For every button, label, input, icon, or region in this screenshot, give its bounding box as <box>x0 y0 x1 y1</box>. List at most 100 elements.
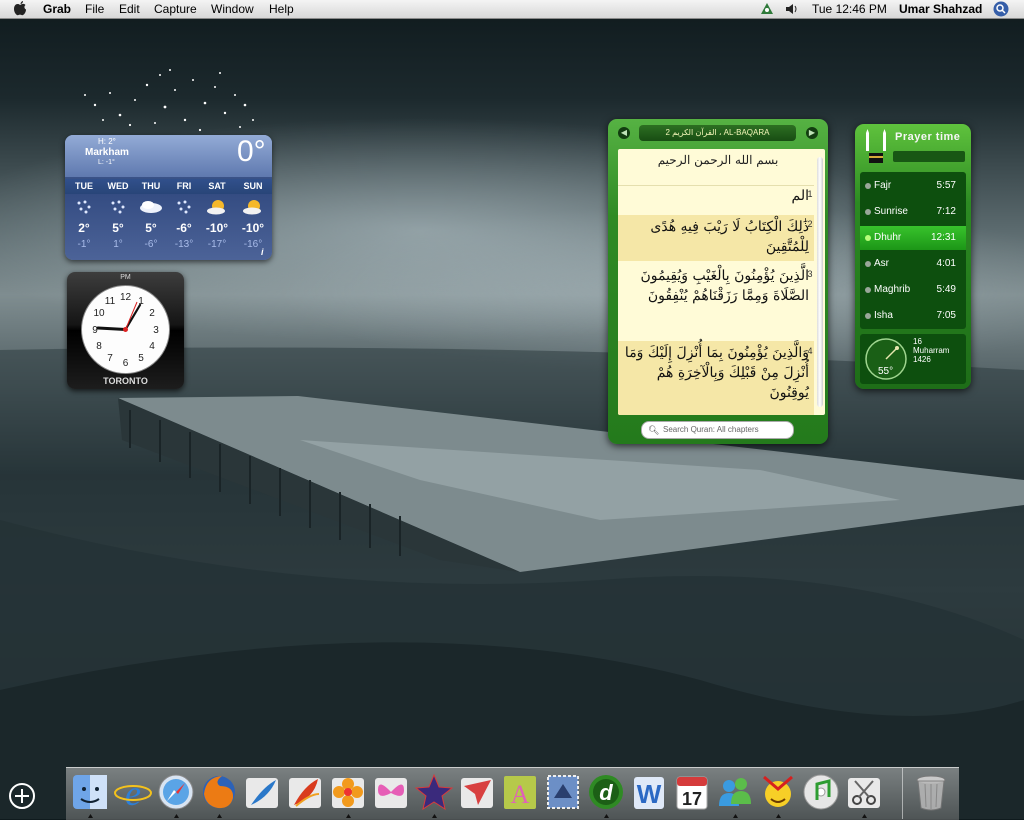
prayer-time: 7:12 <box>936 206 956 217</box>
chapter-title: 2 القرآن الكريم ، AL-BAQARA <box>665 128 770 137</box>
hijri-month: Muharram <box>913 346 950 355</box>
forecast-low: -13° <box>174 239 194 250</box>
prayer-name: Maghrib <box>874 284 911 295</box>
clock-city: TORONTO <box>103 376 148 386</box>
clock-number: 7 <box>107 353 113 364</box>
quran-search-field[interactable]: 🔍︎ Search Quran: All chapters <box>641 421 794 439</box>
volume-icon[interactable] <box>785 3 799 15</box>
add-widget-icon[interactable] <box>9 783 35 809</box>
dreamweaver-icon[interactable]: d <box>587 772 625 812</box>
clock-number: 4 <box>149 341 155 352</box>
cloudy-icon <box>140 201 162 213</box>
safari-icon[interactable] <box>157 772 195 812</box>
chapter-selector[interactable]: 2 القرآن الكريم ، AL-BAQARA <box>639 125 796 141</box>
prayer-time: 4:01 <box>936 258 956 269</box>
menu-edit[interactable]: Edit <box>119 2 140 16</box>
running-indicator <box>346 814 351 818</box>
weather-low: L: -1° <box>98 159 115 166</box>
font-book-icon[interactable]: A <box>501 772 539 812</box>
prayer-time-widget[interactable]: Prayer time Fajr 5:57 Sunrise 7:12 Dhuhr 12… <box>855 124 971 389</box>
quran-scrollbar[interactable] <box>817 157 823 407</box>
app-menu-grab[interactable]: Grab <box>43 2 71 16</box>
messenger-icon[interactable] <box>716 772 754 812</box>
mail-stamp-icon[interactable] <box>544 772 582 812</box>
menu-help[interactable]: Help <box>269 2 294 16</box>
forecast-low: -1° <box>77 239 91 250</box>
paper-plane-icon[interactable] <box>458 772 496 812</box>
svg-text:A: A <box>511 780 530 809</box>
prayer-row-maghrib[interactable]: Maghrib 5:49 <box>860 278 966 302</box>
hijri-day: 16 <box>913 337 922 346</box>
clock-period: PM <box>120 274 131 281</box>
svg-text:d: d <box>599 780 613 805</box>
search-placeholder: Search Quran: All chapters <box>663 425 759 434</box>
menu-window[interactable]: Window <box>211 2 254 16</box>
spotlight-icon[interactable] <box>993 1 1009 17</box>
previous-chapter-button[interactable]: ◀ <box>618 127 630 139</box>
prayer-time: 12:31 <box>930 232 956 243</box>
feather-red-icon[interactable] <box>286 772 324 812</box>
star-icon[interactable] <box>415 772 453 812</box>
clock-face: 12 1 2 3 4 5 6 7 8 9 10 11 <box>81 285 170 374</box>
apple-menu-icon[interactable] <box>13 1 27 16</box>
info-button[interactable]: i <box>261 247 264 257</box>
scissors-icon[interactable] <box>845 772 883 812</box>
prayer-title: Prayer time <box>895 131 961 143</box>
menu-capture[interactable]: Capture <box>154 2 197 16</box>
forecast-high: -10° <box>205 221 229 235</box>
prayer-name: Sunrise <box>874 206 908 217</box>
menu-file[interactable]: File <box>85 2 104 16</box>
forecast-low: 1° <box>113 239 123 250</box>
forecast-day: THU <box>141 181 161 191</box>
clock-number: 6 <box>123 358 129 369</box>
clock-widget[interactable]: PM 12 1 2 3 4 5 6 7 8 9 10 11 TORONTO <box>67 272 184 389</box>
status-menu-icon[interactable] <box>759 2 775 16</box>
prayer-location-bar <box>893 151 965 162</box>
mosque-icon <box>866 129 886 163</box>
trash-icon[interactable] <box>912 772 950 812</box>
clock-number: 10 <box>93 308 105 319</box>
yahoo-messenger-icon[interactable] <box>759 772 797 812</box>
forecast-high: -6° <box>176 221 192 235</box>
running-indicator <box>217 814 222 818</box>
prayer-row-asr[interactable]: Asr 4:01 <box>860 252 966 276</box>
prayer-row-sunrise[interactable]: Sunrise 7:12 <box>860 200 966 224</box>
quran-page[interactable]: بسم الله الرحمن الرحيم الم 1 ذَٰلِكَ الْ… <box>618 149 825 415</box>
clock-number: 12 <box>120 292 132 303</box>
running-indicator <box>776 814 781 818</box>
calendar-icon[interactable]: 17 <box>673 772 711 812</box>
itunes-icon[interactable] <box>802 772 840 812</box>
firefox-icon[interactable] <box>200 772 238 812</box>
feather-icon[interactable] <box>243 772 281 812</box>
verse-number: 2 <box>807 219 813 229</box>
running-indicator <box>604 814 609 818</box>
prayer-row-isha[interactable]: Isha 7:05 <box>860 304 966 328</box>
verse-number: 1 <box>807 189 813 199</box>
prayer-row-fajr[interactable]: Fajr 5:57 <box>860 174 966 198</box>
hour-hand <box>96 326 127 331</box>
verse-number: 3 <box>807 269 813 279</box>
forecast-low: -6° <box>144 239 158 250</box>
qibla-panel: 55° 16 Muharram 1426 <box>860 334 966 384</box>
quran-widget[interactable]: ◀ 2 القرآن الكريم ، AL-BAQARA ▶ بسم الله… <box>608 119 828 444</box>
weather-widget[interactable]: H: 2° Markham L: -1° 0° TUE WED THU FRI … <box>65 135 272 260</box>
clock-number: 8 <box>96 341 102 352</box>
clock-number: 11 <box>105 296 116 307</box>
prayer-row-dhuhr[interactable]: Dhuhr 12:31 <box>860 226 966 250</box>
flower-icon[interactable] <box>329 772 367 812</box>
user-menu[interactable]: Umar Shahzad <box>899 2 982 16</box>
menubar-clock[interactable]: Tue 12:46 PM <box>812 2 887 16</box>
svg-text:W: W <box>637 779 662 809</box>
butterfly-icon[interactable] <box>372 772 410 812</box>
word-icon[interactable]: W <box>630 772 668 812</box>
forecast-day: SUN <box>243 181 263 191</box>
hijri-year: 1426 <box>913 355 931 364</box>
next-chapter-button[interactable]: ▶ <box>806 127 818 139</box>
snow-icon <box>111 200 125 214</box>
prayer-time: 5:57 <box>936 180 956 191</box>
internet-explorer-icon[interactable]: e <box>114 772 152 812</box>
search-icon: 🔍︎ <box>648 425 660 435</box>
finder-icon[interactable] <box>71 772 109 812</box>
forecast-day: TUE <box>75 181 93 191</box>
partly-sunny-icon <box>207 200 225 215</box>
